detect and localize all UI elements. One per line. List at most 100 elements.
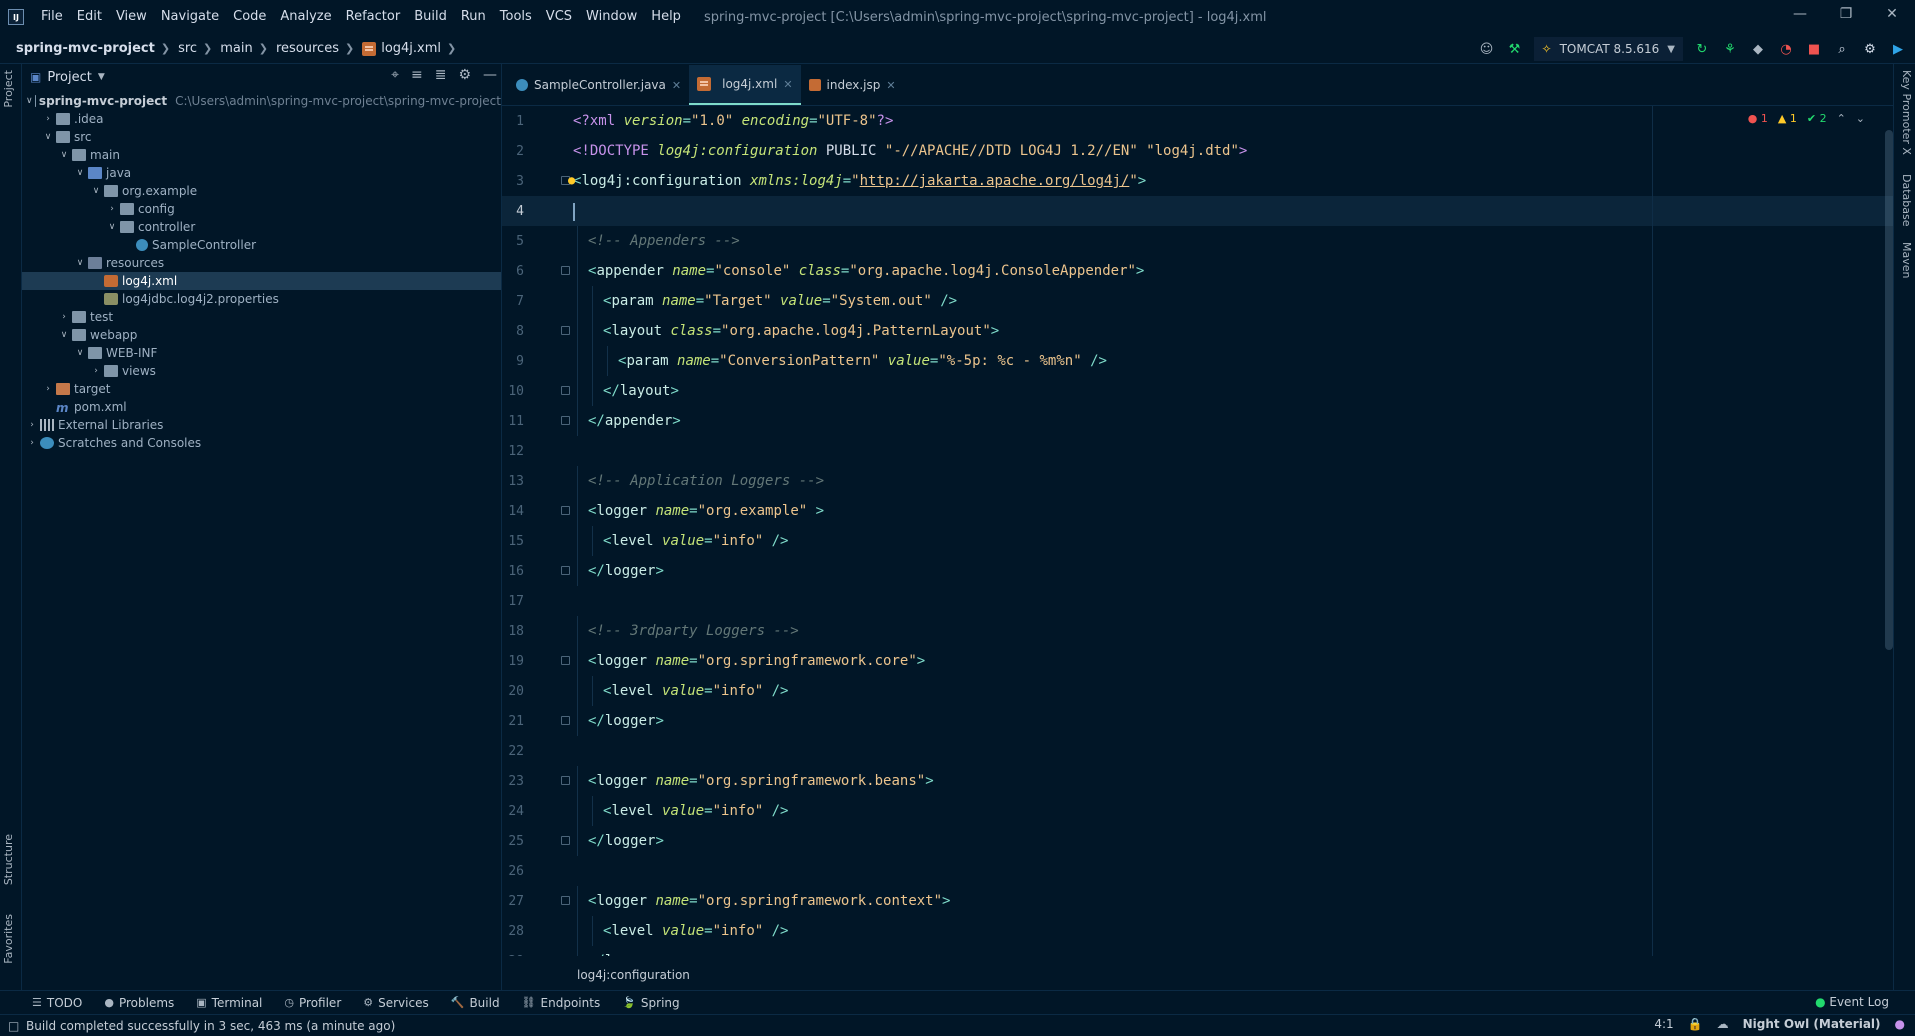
code-line[interactable]: 5 <!-- Appenders -->: [502, 226, 1895, 256]
menu-window[interactable]: Window: [579, 0, 644, 34]
menu-file[interactable]: File: [34, 0, 70, 34]
tool-todo[interactable]: ☰ TODO: [32, 996, 82, 1010]
menu-navigate[interactable]: Navigate: [154, 0, 226, 34]
fold-icon[interactable]: [561, 326, 570, 335]
code-line[interactable]: 7 <param name="Target" value="System.out"…: [502, 286, 1895, 316]
tab-project[interactable]: Project: [2, 70, 15, 108]
menu-vcs[interactable]: VCS: [539, 0, 579, 34]
chevron-down-icon[interactable]: ▼: [98, 72, 105, 82]
code-line[interactable]: 22: [502, 736, 1895, 766]
tab-structure[interactable]: Structure: [2, 834, 15, 885]
tool-endpoints[interactable]: ⛓ Endpoints: [522, 996, 601, 1010]
menu-view[interactable]: View: [109, 0, 154, 34]
tree-item[interactable]: › config: [22, 200, 501, 218]
tab-maven[interactable]: Maven: [1900, 242, 1913, 278]
code-line[interactable]: 14 <logger name="org.example" >: [502, 496, 1895, 526]
code-line[interactable]: 4: [502, 196, 1895, 226]
editor-tab[interactable]: log4j.xml ✕: [689, 65, 801, 105]
profile-icon[interactable]: ◔: [1777, 40, 1795, 58]
tool-build[interactable]: 🔨 Build: [451, 996, 500, 1010]
caret-position[interactable]: 4:1: [1654, 1017, 1673, 1031]
chevron-right-icon[interactable]: ›: [106, 204, 118, 214]
chevron-down-icon[interactable]: ∨: [58, 150, 70, 160]
code-line[interactable]: 15 <level value="info" />: [502, 526, 1895, 556]
chevron-down-icon[interactable]: ∨: [42, 132, 54, 142]
chevron-right-icon[interactable]: ›: [58, 312, 70, 322]
breadcrumb-project[interactable]: spring-mvc-project: [16, 41, 155, 56]
breadcrumb-src[interactable]: src: [178, 41, 197, 56]
chevron-down-icon[interactable]: ∨: [26, 96, 33, 106]
tree-item[interactable]: ∨ webapp: [22, 326, 501, 344]
gear-icon[interactable]: ⚙: [1861, 40, 1879, 58]
rerun-icon[interactable]: ↻: [1693, 40, 1711, 58]
chevron-right-icon[interactable]: ›: [26, 420, 38, 430]
code-line[interactable]: 10 </layout>: [502, 376, 1895, 406]
menu-tools[interactable]: Tools: [493, 0, 539, 34]
tree-item[interactable]: › target: [22, 380, 501, 398]
editor-tab[interactable]: index.jsp ✕: [801, 65, 904, 105]
code-line[interactable]: 18 <!-- 3rdparty Loggers -->: [502, 616, 1895, 646]
event-log-button[interactable]: ● Event Log: [1815, 995, 1889, 1009]
code-line[interactable]: 26: [502, 856, 1895, 886]
code-line[interactable]: 2 <!DOCTYPE log4j:configuration PUBLIC "-…: [502, 136, 1895, 166]
lightbulb-icon[interactable]: ●: [568, 173, 575, 187]
code-line[interactable]: 11 </appender>: [502, 406, 1895, 436]
stop-icon[interactable]: ■: [1805, 40, 1823, 58]
chevron-down-icon[interactable]: ∨: [90, 186, 102, 196]
tab-key-promoter[interactable]: Key Promoter X: [1900, 70, 1913, 155]
tree-item[interactable]: ∨ src: [22, 128, 501, 146]
code-line[interactable]: 27 <logger name="org.springframework.cont…: [502, 886, 1895, 916]
code-line[interactable]: 23 <logger name="org.springframework.bean…: [502, 766, 1895, 796]
breadcrumb-resources[interactable]: resources: [276, 41, 339, 56]
fold-icon[interactable]: [561, 566, 570, 575]
chevron-down-icon[interactable]: ∨: [58, 330, 70, 340]
fold-icon[interactable]: [561, 656, 570, 665]
fold-icon[interactable]: [561, 776, 570, 785]
tab-favorites[interactable]: Favorites: [2, 914, 15, 964]
code-line[interactable]: 19 <logger name="org.springframework.core…: [502, 646, 1895, 676]
editor-tab[interactable]: SampleController.java ✕: [508, 65, 689, 105]
close-icon[interactable]: ✕: [672, 79, 681, 92]
tool-services[interactable]: ⚙ Services: [363, 996, 428, 1010]
status-toggle-icon[interactable]: □: [8, 1019, 19, 1033]
fold-icon[interactable]: [561, 506, 570, 515]
tree-item[interactable]: › External Libraries: [22, 416, 501, 434]
search-icon[interactable]: ⌕: [1833, 40, 1851, 58]
fold-icon[interactable]: [561, 266, 570, 275]
chevron-right-icon[interactable]: ›: [42, 114, 54, 124]
tree-item[interactable]: ∨ java: [22, 164, 501, 182]
tree-item[interactable]: › .idea: [22, 110, 501, 128]
tree-item[interactable]: m pom.xml: [22, 398, 501, 416]
fold-icon[interactable]: [561, 386, 570, 395]
close-icon[interactable]: ✕: [886, 79, 895, 92]
hide-icon[interactable]: —: [483, 67, 497, 83]
project-view-select[interactable]: Project: [47, 70, 91, 85]
fold-icon[interactable]: [561, 416, 570, 425]
collapse-all-icon[interactable]: ≣: [435, 67, 447, 83]
breadcrumb-main[interactable]: main: [220, 41, 252, 56]
tree-item[interactable]: SampleController: [22, 236, 501, 254]
menu-refactor[interactable]: Refactor: [339, 0, 408, 34]
tree-item[interactable]: log4jdbc.log4j2.properties: [22, 290, 501, 308]
tree-item[interactable]: ∨ WEB-INF: [22, 344, 501, 362]
debug-icon[interactable]: ⚘: [1721, 40, 1739, 58]
code-line[interactable]: 16 </logger>: [502, 556, 1895, 586]
editor-breadcrumb[interactable]: log4j:configuration: [577, 968, 690, 982]
code-line[interactable]: 28 <level value="info" />: [502, 916, 1895, 946]
close-icon[interactable]: ✕: [783, 78, 792, 91]
code-line[interactable]: 17: [502, 586, 1895, 616]
editor-scrollbar[interactable]: [1885, 130, 1893, 650]
code-line[interactable]: 25 </logger>: [502, 826, 1895, 856]
code-line[interactable]: 6 <appender name="console" class="org.apa…: [502, 256, 1895, 286]
close-window-button[interactable]: ✕: [1869, 0, 1915, 28]
chevron-right-icon[interactable]: ›: [42, 384, 54, 394]
chevron-down-icon[interactable]: ∨: [74, 168, 86, 178]
fold-icon[interactable]: [561, 716, 570, 725]
coverage-icon[interactable]: ◆: [1749, 40, 1767, 58]
menu-run[interactable]: Run: [454, 0, 493, 34]
chevron-right-icon[interactable]: ›: [26, 438, 38, 448]
tree-item[interactable]: ∨ resources: [22, 254, 501, 272]
code-line[interactable]: 1 <?xml version="1.0" encoding="UTF-8"?>: [502, 106, 1895, 136]
tool-problems[interactable]: ● Problems: [104, 996, 174, 1010]
fold-icon[interactable]: [561, 896, 570, 905]
